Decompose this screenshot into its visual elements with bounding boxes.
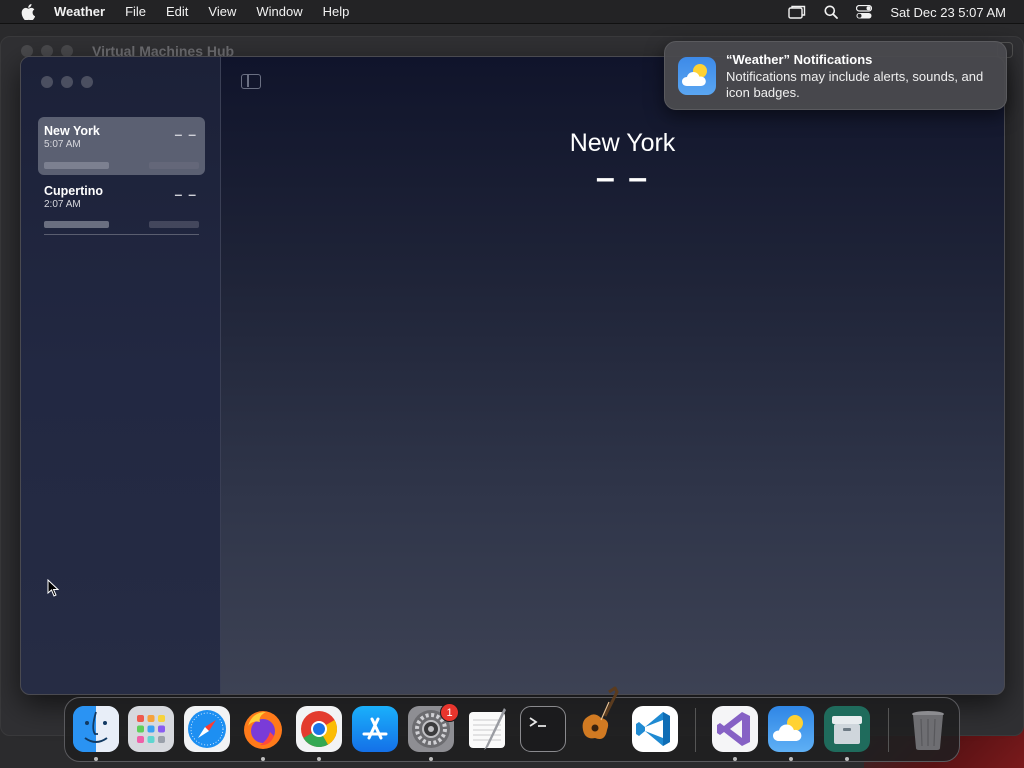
weather-icon[interactable] bbox=[768, 706, 814, 752]
city-item-new-york[interactable]: New York 5:07 AM – – bbox=[38, 117, 205, 175]
city-placeholder-bar bbox=[149, 221, 199, 228]
city-divider bbox=[44, 234, 199, 235]
notification-body: Notifications may include alerts, sounds… bbox=[726, 69, 984, 100]
firefox-icon[interactable] bbox=[240, 706, 286, 752]
dock-running-indicator bbox=[94, 757, 98, 761]
city-placeholder-bar bbox=[149, 162, 199, 169]
city-name: Cupertino bbox=[44, 184, 104, 198]
app-store-icon[interactable] bbox=[352, 706, 398, 752]
trash-icon[interactable] bbox=[905, 706, 951, 752]
city-placeholder-bar bbox=[44, 162, 109, 169]
dock-running-indicator bbox=[845, 757, 849, 761]
dock-running-indicator bbox=[789, 757, 793, 761]
vscode-icon[interactable] bbox=[632, 706, 678, 752]
city-temperature: – – bbox=[174, 126, 197, 142]
weather-notification[interactable]: “Weather” Notifications Notifications ma… bbox=[664, 41, 1007, 110]
menu-view[interactable]: View bbox=[208, 4, 236, 19]
menu-help[interactable]: Help bbox=[323, 4, 350, 19]
screen-mirroring-icon[interactable] bbox=[788, 5, 806, 19]
dock-running-indicator bbox=[261, 757, 265, 761]
mouse-cursor-icon bbox=[47, 578, 60, 602]
menu-edit[interactable]: Edit bbox=[166, 4, 188, 19]
window-traffic-lights bbox=[41, 76, 93, 88]
main-city-title: New York bbox=[569, 129, 676, 157]
weather-window: New York 5:07 AM – – Cupertino 2:07 AM –… bbox=[20, 56, 1005, 695]
minimize-button[interactable] bbox=[61, 76, 73, 88]
dock bbox=[64, 686, 960, 762]
visual-studio-icon[interactable] bbox=[712, 706, 758, 752]
safari-icon[interactable] bbox=[184, 706, 230, 752]
city-time: 2:07 AM bbox=[44, 199, 81, 210]
weather-app-icon bbox=[678, 57, 716, 95]
finder-icon[interactable] bbox=[73, 706, 119, 752]
dock-separator bbox=[695, 708, 696, 752]
spotlight-search-icon[interactable] bbox=[824, 5, 839, 19]
control-center-icon[interactable] bbox=[856, 5, 873, 19]
zoom-button[interactable] bbox=[81, 76, 93, 88]
sidebar-toggle-icon[interactable] bbox=[241, 74, 261, 89]
menu-bar: Weather File Edit View Window Help Sat D… bbox=[0, 0, 1024, 24]
apple-menu-icon[interactable] bbox=[20, 3, 36, 20]
launchpad-icon[interactable] bbox=[128, 706, 174, 752]
city-item-cupertino[interactable]: Cupertino 2:07 AM – – bbox=[38, 177, 205, 235]
textedit-icon[interactable] bbox=[464, 706, 510, 752]
main-temperature: – – bbox=[595, 159, 650, 197]
menu-bar-clock[interactable]: Sat Dec 23 5:07 AM bbox=[890, 5, 1006, 20]
dock-running-indicator bbox=[429, 757, 433, 761]
terminal-icon[interactable] bbox=[520, 706, 566, 752]
garageband-icon[interactable] bbox=[575, 686, 623, 750]
city-name: New York bbox=[44, 124, 100, 138]
dock-separator bbox=[888, 708, 889, 752]
menu-window[interactable]: Window bbox=[256, 4, 302, 19]
city-placeholder-bar bbox=[44, 221, 109, 228]
archive-icon[interactable] bbox=[824, 706, 870, 752]
dock-running-indicator bbox=[317, 757, 321, 761]
menu-app-weather[interactable]: Weather bbox=[54, 4, 105, 19]
chrome-icon[interactable] bbox=[296, 706, 342, 752]
dock-running-indicator bbox=[733, 757, 737, 761]
settings-notification-badge: 1 bbox=[440, 703, 459, 722]
city-temperature: – – bbox=[174, 186, 197, 202]
menu-file[interactable]: File bbox=[125, 4, 146, 19]
notification-title: “Weather” Notifications bbox=[726, 52, 873, 67]
city-time: 5:07 AM bbox=[44, 139, 81, 150]
close-button[interactable] bbox=[41, 76, 53, 88]
